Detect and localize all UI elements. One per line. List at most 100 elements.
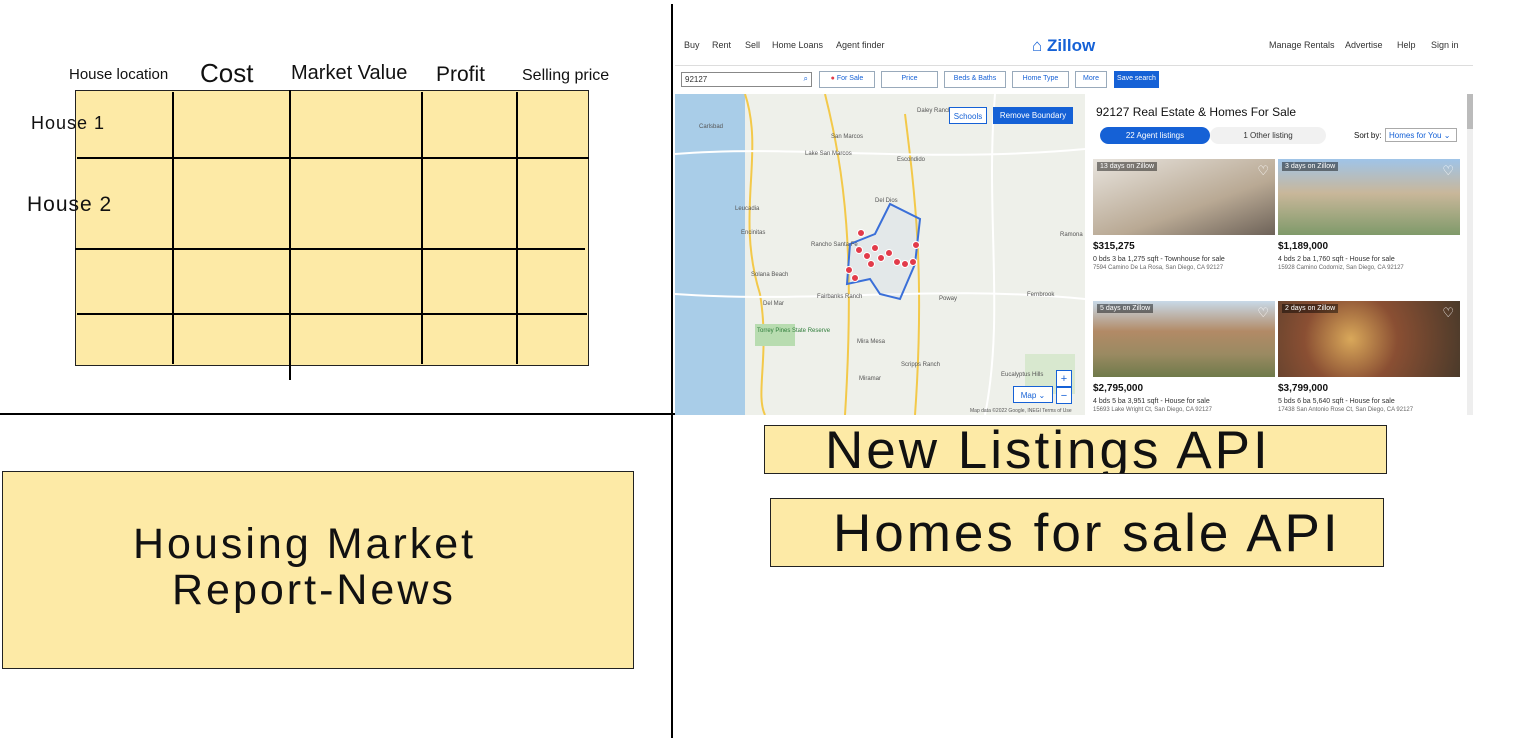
listing-marker[interactable] [867, 260, 875, 268]
days-on-zillow-badge: 13 days on Zillow [1097, 162, 1158, 171]
listing-address: 15928 Camino Codorniz, San Diego, CA 921… [1278, 265, 1404, 271]
nav-sign-in[interactable]: Sign in [1431, 40, 1459, 50]
listing-address: 7594 Camino De La Rosa, San Diego, CA 92… [1093, 265, 1224, 271]
grid-line [421, 92, 423, 364]
tab-agent-listings[interactable]: 22 Agent listings [1100, 127, 1210, 144]
map-place-label: Scripps Ranch [901, 362, 941, 368]
header-market-value: Market Value [291, 62, 408, 84]
listing-marker[interactable] [845, 266, 853, 274]
heart-icon[interactable]: ♡ [1442, 305, 1454, 321]
heart-icon[interactable]: ♡ [1442, 163, 1454, 179]
new-listings-api-box: New Listings API [764, 425, 1387, 474]
listing-card[interactable]: 13 days on Zillow ♡ $315,275 0 bds 3 ba … [1093, 159, 1275, 271]
search-input[interactable]: 92127 ⌕ [681, 72, 812, 87]
sort-value: Homes for You [1389, 131, 1442, 140]
listing-photo[interactable]: 2 days on Zillow ♡ [1278, 301, 1460, 377]
grid-line [172, 92, 174, 364]
listing-marker[interactable] [885, 249, 893, 257]
header-cost: Cost [200, 58, 254, 88]
listing-marker[interactable] [855, 246, 863, 254]
zoom-out-button[interactable]: − [1056, 387, 1072, 404]
zillow-logo[interactable]: ⌂ Zillow [1032, 36, 1095, 56]
map-place-label: Carlsbad [699, 124, 724, 130]
listing-price: $3,799,000 [1278, 383, 1329, 394]
homes-for-sale-api-box: Homes for sale API [770, 498, 1384, 567]
housing-market-report-box: Housing Market Report-News [2, 471, 634, 669]
map-place-label: Eucalyptus Hills [1001, 372, 1044, 378]
save-search-button[interactable]: Save search [1114, 71, 1159, 88]
schools-button[interactable]: Schools [949, 107, 987, 124]
listing-marker[interactable] [877, 254, 885, 262]
for-sale-dot-icon: ● [830, 75, 835, 82]
nav-sell[interactable]: Sell [745, 40, 760, 50]
filter-home-type[interactable]: Home Type [1012, 71, 1069, 88]
search-icon[interactable]: ⌕ [804, 74, 808, 84]
listing-price: $1,189,000 [1278, 241, 1329, 252]
heart-icon[interactable]: ♡ [1257, 305, 1269, 321]
table-grid [75, 90, 589, 366]
nav-advertise[interactable]: Advertise [1345, 40, 1383, 50]
listing-marker[interactable] [851, 274, 859, 282]
listing-marker[interactable] [893, 258, 901, 266]
listing-card[interactable]: 3 days on Zillow ♡ $1,189,000 4 bds 2 ba… [1278, 159, 1460, 271]
filter-more[interactable]: More [1075, 71, 1107, 88]
map-place-label: Fairbanks Ranch [817, 294, 863, 300]
listing-detail: 4 bds 2 ba 1,760 sqft - House for sale [1278, 256, 1395, 263]
nav-rent[interactable]: Rent [712, 40, 731, 50]
map-type-select[interactable]: Map ⌄ [1013, 386, 1053, 403]
listing-marker[interactable] [857, 229, 865, 237]
scrollbar[interactable] [1467, 94, 1473, 415]
listing-marker[interactable] [901, 260, 909, 268]
filter-beds-baths[interactable]: Beds & Baths [944, 71, 1006, 88]
listing-card[interactable]: 5 days on Zillow ♡ $2,795,000 4 bds 5 ba… [1093, 301, 1275, 413]
map-view[interactable]: Carlsbad San Marcos Escondido Lake San M… [675, 94, 1085, 415]
zoom-in-button[interactable]: + [1056, 370, 1072, 387]
filter-for-sale[interactable]: ● For Sale [819, 71, 875, 88]
listing-marker[interactable] [912, 241, 920, 249]
listing-card[interactable]: 2 days on Zillow ♡ $3,799,000 5 bds 6 ba… [1278, 301, 1460, 413]
report-title-line-2: Report-News [172, 566, 456, 614]
sort-select[interactable]: Homes for You ⌄ [1385, 128, 1457, 142]
listing-photo[interactable]: 5 days on Zillow ♡ [1093, 301, 1275, 377]
header-profit: Profit [436, 63, 486, 86]
map-place-label: Solana Beach [751, 272, 789, 278]
map-footer: Map data ©2022 Google, INEGI Terms of Us… [970, 408, 1072, 414]
map-place-label: Ramona [1060, 232, 1083, 238]
filter-for-sale-label: For Sale [836, 75, 864, 82]
report-title-line-1: Housing Market [133, 520, 477, 568]
zillow-logo-icon: ⌂ [1032, 36, 1043, 55]
row-label-house-1: House 1 [31, 113, 106, 133]
chevron-down-icon: ⌄ [1443, 131, 1451, 140]
days-on-zillow-badge: 2 days on Zillow [1282, 304, 1339, 313]
heart-icon[interactable]: ♡ [1257, 163, 1269, 179]
map-place-label: Lake San Marcos [805, 151, 852, 157]
listings-title: 92127 Real Estate & Homes For Sale [1096, 105, 1297, 119]
nav-buy[interactable]: Buy [684, 40, 700, 50]
map-place-label: Escondido [897, 157, 926, 163]
listing-detail: 4 bds 5 ba 3,951 sqft - House for sale [1093, 398, 1210, 405]
scroll-thumb[interactable] [1467, 94, 1473, 129]
nav-divider [675, 65, 1473, 66]
listing-photo[interactable]: 3 days on Zillow ♡ [1278, 159, 1460, 235]
map-place-label: Del Mar [763, 301, 785, 307]
map-place-label: Mira Mesa [857, 339, 886, 345]
map-place-label: Poway [939, 296, 958, 302]
chevron-down-icon: ⌄ [1038, 391, 1046, 400]
remove-boundary-button[interactable]: Remove Boundary [993, 107, 1073, 124]
listing-marker[interactable] [863, 252, 871, 260]
listing-photo[interactable]: 13 days on Zillow ♡ [1093, 159, 1275, 235]
new-listings-api-label: New Listings API [825, 425, 1271, 474]
listing-address: 15693 Lake Wright Ct, San Diego, CA 9212… [1093, 407, 1212, 413]
grid-line [77, 313, 587, 315]
map-place-label: Miramar [859, 376, 881, 382]
header-house-location: House location [69, 66, 169, 83]
nav-home-loans[interactable]: Home Loans [772, 40, 823, 50]
nav-agent-finder[interactable]: Agent finder [836, 40, 885, 50]
nav-manage-rentals[interactable]: Manage Rentals [1269, 40, 1335, 50]
homes-for-sale-api-label: Homes for sale API [833, 504, 1341, 563]
nav-help[interactable]: Help [1397, 40, 1416, 50]
listing-marker[interactable] [871, 244, 879, 252]
filter-price[interactable]: Price [881, 71, 938, 88]
listing-marker[interactable] [909, 258, 917, 266]
tab-other-listings[interactable]: 1 Other listing [1210, 127, 1326, 144]
